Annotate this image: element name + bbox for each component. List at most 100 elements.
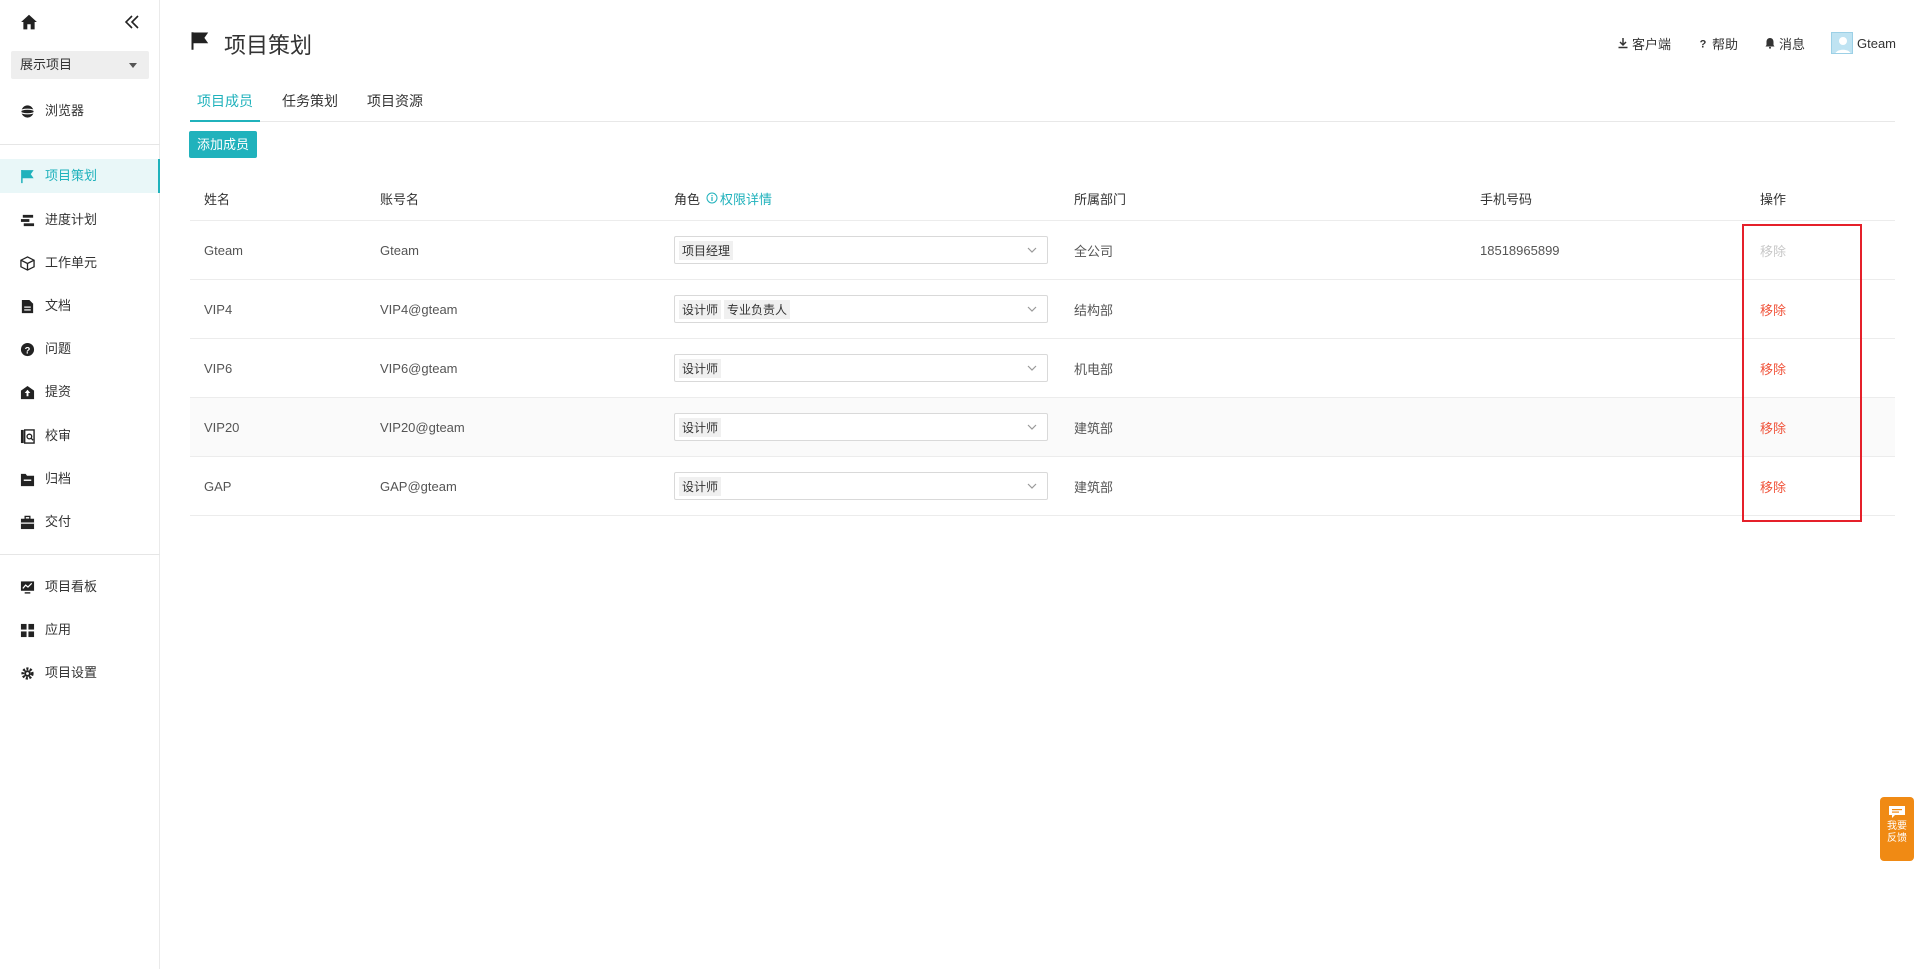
sidebar-item-work-unit[interactable]: 工作单元 xyxy=(0,246,160,280)
member-account: VIP4@gteam xyxy=(380,301,458,317)
apps-grid-icon xyxy=(20,623,35,638)
user-menu[interactable]: Gteam xyxy=(1830,32,1896,54)
tab-project-members[interactable]: 项目成员 xyxy=(190,86,260,122)
member-dept: 结构部 xyxy=(1074,302,1114,318)
member-dept: 建筑部 xyxy=(1074,420,1114,436)
highlight-box xyxy=(1742,224,1862,522)
sidebar-item-submit[interactable]: 提资 xyxy=(0,375,160,409)
client-label: 客户端 xyxy=(1631,36,1671,52)
role-cell: 设计师 xyxy=(674,339,1048,397)
sidebar: 展示项目 浏览器 项目策划 进度计划 工作单元 文档 ? 问题 提资 校审 归档 xyxy=(0,0,160,969)
client-download-link[interactable]: 客户端 xyxy=(1617,34,1671,53)
cube-icon xyxy=(20,256,35,271)
role-select[interactable]: 设计师 xyxy=(674,354,1048,382)
sidebar-item-label: 进度计划 xyxy=(45,212,98,227)
sidebar-item-documents[interactable]: 文档 xyxy=(0,289,160,323)
chevron-down-icon xyxy=(1027,306,1037,312)
home-icon[interactable] xyxy=(20,13,38,31)
user-avatar-icon xyxy=(1835,37,1851,53)
gear-icon xyxy=(21,667,34,680)
gantt-icon xyxy=(20,214,35,227)
sidebar-item-label: 浏览器 xyxy=(45,103,85,118)
role-tag: 设计师 xyxy=(679,417,722,437)
tab-task-planning[interactable]: 任务策划 xyxy=(275,86,345,122)
header-op: 操作 xyxy=(1760,191,1787,207)
table-row: VIP4 VIP4@gteam 设计师 专业负责人 结构部 移除 xyxy=(190,280,1895,339)
sidebar-divider xyxy=(0,554,160,555)
member-phone: 18518965899 xyxy=(1480,242,1560,258)
member-dept: 全公司 xyxy=(1074,243,1114,259)
project-select-label: 展示项目 xyxy=(20,57,73,72)
tab-project-resources[interactable]: 项目资源 xyxy=(360,86,430,122)
user-name: Gteam xyxy=(1856,35,1896,51)
messages-link[interactable]: 消息 xyxy=(1764,34,1805,53)
header-toolbar: 客户端 ? 帮助 消息 Gteam xyxy=(1591,32,1896,54)
add-member-button[interactable]: 添加成员 xyxy=(189,131,258,158)
collapse-icon[interactable] xyxy=(122,12,142,32)
header-role-label: 角色 xyxy=(674,191,701,207)
sidebar-top xyxy=(0,0,159,44)
chevron-down-icon xyxy=(1027,247,1037,253)
upload-icon xyxy=(20,385,35,400)
sidebar-item-archive[interactable]: 归档 xyxy=(0,462,160,496)
chat-icon xyxy=(1889,806,1905,818)
role-select[interactable]: 设计师 xyxy=(674,413,1048,441)
table-row: Gteam Gteam 项目经理 全公司 18518965899 移除 xyxy=(190,221,1895,280)
feedback-button[interactable]: 我要 反馈 xyxy=(1880,797,1914,861)
header-name: 姓名 xyxy=(204,191,231,207)
help-label: 帮助 xyxy=(1711,36,1738,52)
sidebar-item-delivery[interactable]: 交付 xyxy=(0,505,160,539)
sidebar-item-label: 项目设置 xyxy=(45,665,98,680)
document-icon xyxy=(21,299,34,314)
feedback-line1: 我要 xyxy=(1887,821,1907,832)
role-tag: 设计师 xyxy=(679,476,722,496)
sidebar-item-dashboard[interactable]: 项目看板 xyxy=(0,570,160,604)
role-tag: 专业负责人 xyxy=(724,299,791,319)
header-role: 角色 权限详情 xyxy=(674,176,772,220)
globe-icon xyxy=(20,105,35,118)
archive-icon xyxy=(20,473,35,487)
role-select[interactable]: 项目经理 xyxy=(674,236,1048,264)
member-account: VIP6@gteam xyxy=(380,360,458,376)
header-dept: 所属部门 xyxy=(1074,191,1127,207)
sidebar-item-schedule[interactable]: 进度计划 xyxy=(0,203,160,237)
role-tag: 设计师 xyxy=(679,358,722,378)
briefcase-icon xyxy=(20,515,35,530)
role-cell: 设计师 xyxy=(674,398,1048,456)
sidebar-item-issues[interactable]: ? 问题 xyxy=(0,332,160,366)
bell-icon xyxy=(1765,38,1775,49)
role-select[interactable]: 设计师 专业负责人 xyxy=(674,295,1048,323)
question-circle-icon: ? xyxy=(20,342,35,357)
sidebar-item-review[interactable]: 校审 xyxy=(0,419,160,453)
chevron-down-icon xyxy=(1027,365,1037,371)
member-name: Gteam xyxy=(204,242,244,258)
feedback-line2: 反馈 xyxy=(1887,833,1907,844)
svg-text:?: ? xyxy=(1700,39,1707,50)
messages-label: 消息 xyxy=(1778,36,1805,52)
help-link[interactable]: ? 帮助 xyxy=(1697,34,1738,53)
tab-bar: 项目成员 任务策划 项目资源 xyxy=(190,86,1895,122)
info-icon xyxy=(706,192,718,204)
role-cell: 项目经理 xyxy=(674,221,1048,279)
role-select[interactable]: 设计师 xyxy=(674,472,1048,500)
role-tag: 项目经理 xyxy=(679,240,734,260)
sidebar-item-apps[interactable]: 应用 xyxy=(0,613,160,647)
member-name: VIP20 xyxy=(204,419,240,435)
svg-text:?: ? xyxy=(25,345,31,355)
member-name: GAP xyxy=(204,478,232,494)
member-account: GAP@gteam xyxy=(380,478,457,494)
sidebar-item-browser[interactable]: 浏览器 xyxy=(0,94,160,128)
table-row: VIP6 VIP6@gteam 设计师 机电部 移除 xyxy=(190,339,1895,398)
question-icon: ? xyxy=(1700,39,1707,50)
sidebar-item-label: 提资 xyxy=(45,384,72,399)
sidebar-item-settings[interactable]: 项目设置 xyxy=(0,656,160,690)
chart-board-icon xyxy=(20,581,35,594)
download-icon xyxy=(1618,38,1628,49)
role-cell: 设计师 专业负责人 xyxy=(674,280,1048,338)
member-dept: 机电部 xyxy=(1074,361,1114,377)
permission-detail-link[interactable]: 权限详情 xyxy=(706,189,772,208)
sidebar-item-project-planning[interactable]: 项目策划 xyxy=(0,159,160,193)
sidebar-item-label: 项目策划 xyxy=(45,168,98,183)
sidebar-item-label: 归档 xyxy=(45,471,72,486)
project-select[interactable]: 展示项目 xyxy=(11,51,149,79)
